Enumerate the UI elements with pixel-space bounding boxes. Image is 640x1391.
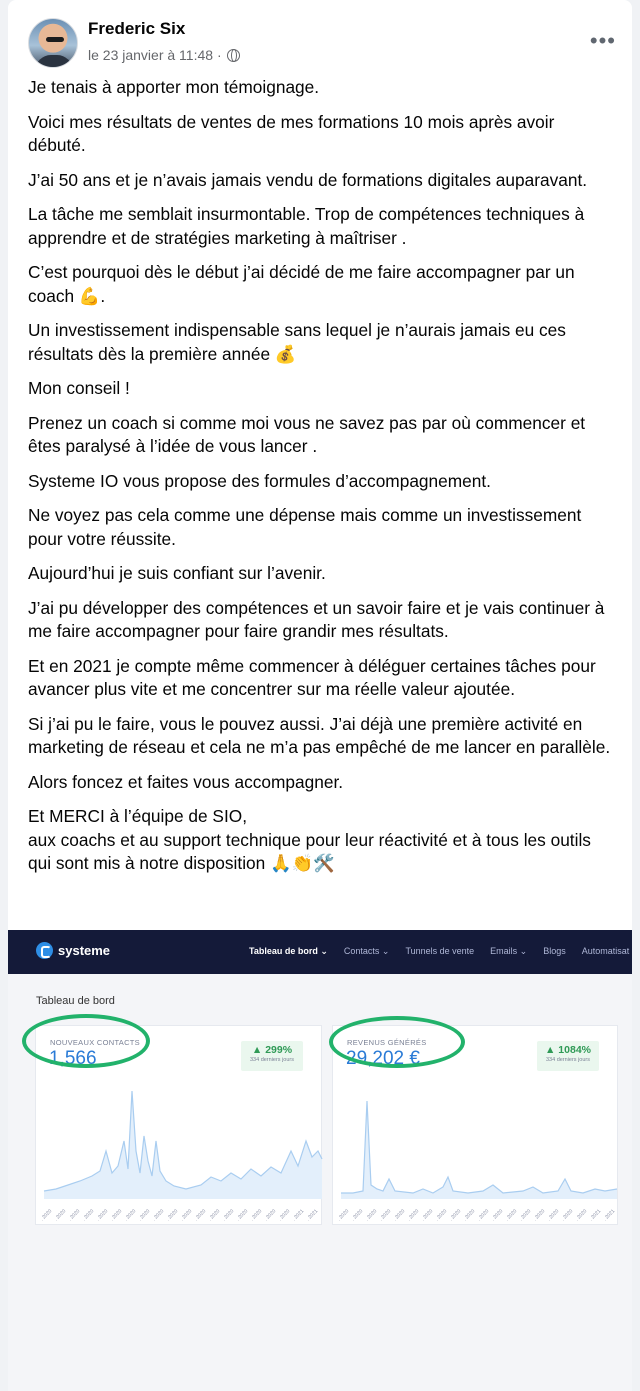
x-tick: . 2020 <box>123 1208 137 1222</box>
x-tick: . 2020 <box>179 1208 193 1222</box>
systeme-logo: systeme <box>36 942 110 959</box>
paragraph: aux coachs et au support technique pour … <box>28 829 591 874</box>
x-tick: . 2020 <box>263 1208 277 1222</box>
x-tick: . 2020 <box>434 1208 448 1222</box>
x-tick: . 2020 <box>109 1208 123 1222</box>
paragraph: J’ai 50 ans et je n’avais jamais vendu d… <box>28 169 588 190</box>
paragraph: Systeme IO vous propose des formules d’a… <box>28 470 491 491</box>
revenue-growth: ▲ 1084% <box>544 1044 591 1056</box>
contacts-x-ticks: . 2020 . 2020 . 2020 . 2020 . 2020 . 202… <box>39 1208 319 1222</box>
revenue-line <box>341 1100 618 1194</box>
revenue-card: REVENUS GÉNÉRÉS 29,202 € ▲ 1084% 334 der… <box>329 1016 618 1225</box>
x-tick: . 2020 <box>221 1208 235 1222</box>
paragraph: Si j’ai pu le faire, vous le pouvez auss… <box>28 713 611 758</box>
post-card: Frederic Six le 23 janvier à 11:48 · •••… <box>8 0 632 1391</box>
dashboard-nav-items: Tableau de bord ⌄ Contacts ⌄ Tunnels de … <box>249 946 629 957</box>
x-tick: . 2020 <box>193 1208 207 1222</box>
nav-emails: Emails ⌄ <box>490 946 528 956</box>
x-tick: . 2020 <box>504 1208 518 1222</box>
paragraph: Mon conseil ! <box>28 378 130 398</box>
avatar-shirt <box>35 55 73 67</box>
paragraph: Et en 2021 je compte même commencer à dé… <box>28 655 596 700</box>
paragraph: Ne voyez pas cela comme une dépense mais… <box>28 505 582 549</box>
paragraph: C’est pourquoi dès le début j’ai décidé … <box>28 262 575 306</box>
x-tick: . 2020 <box>406 1208 420 1222</box>
x-tick: . 2020 <box>277 1208 291 1222</box>
paragraph: Prenez un coach si comme moi vous ne sav… <box>28 412 586 457</box>
x-tick: . 2020 <box>207 1208 221 1222</box>
revenue-chart: . 2020 . 2020 . 2020 . 2020 . 2020 . 202… <box>336 1100 618 1222</box>
systeme-logo-icon <box>36 942 53 959</box>
globe-icon <box>226 48 240 62</box>
x-tick: . 2021 <box>602 1208 616 1222</box>
paragraph: Je tenais à apporter mon témoignage. <box>28 77 320 97</box>
x-tick: . 2020 <box>235 1208 249 1222</box>
highlight-ring <box>329 1016 465 1068</box>
nav-contacts: Contacts ⌄ <box>343 946 390 956</box>
paragraph: Alors foncez et faites vous accompagner. <box>28 771 344 792</box>
x-tick: . 2020 <box>151 1208 165 1222</box>
x-tick: . 2020 <box>53 1208 67 1222</box>
x-tick: . 2020 <box>574 1208 588 1222</box>
dashboard-title: Tableau de bord <box>36 995 115 1007</box>
x-tick: . 2021 <box>305 1208 319 1222</box>
x-tick: . 2020 <box>420 1208 434 1222</box>
x-tick: . 2020 <box>39 1208 53 1222</box>
paragraph: Voici mes résultats de ventes de mes for… <box>28 111 555 156</box>
x-tick: . 2020 <box>476 1208 490 1222</box>
x-tick: . 2020 <box>546 1208 560 1222</box>
contacts-period: 334 derniers jours <box>249 1057 295 1063</box>
x-tick: . 2020 <box>560 1208 574 1222</box>
post-meta: le 23 janvier à 11:48 · <box>88 47 240 63</box>
more-options-button[interactable]: ••• <box>590 30 616 52</box>
highlight-ring <box>22 1014 150 1068</box>
brand-name: systeme <box>58 943 111 958</box>
x-tick: . 2020 <box>95 1208 109 1222</box>
dashboard-screenshot[interactable]: systeme Tableau de bord ⌄ Contacts ⌄ Tun… <box>8 930 632 1391</box>
x-tick: . 2020 <box>81 1208 95 1222</box>
x-tick: . 2020 <box>137 1208 151 1222</box>
paragraph: La tâche me semblait insurmontable. Trop… <box>28 204 585 248</box>
author-name[interactable]: Frederic Six <box>88 19 185 39</box>
contacts-area <box>44 1091 322 1199</box>
x-tick: . 2020 <box>490 1208 504 1222</box>
x-tick: . 2020 <box>350 1208 364 1222</box>
contacts-growth: ▲ 299% <box>251 1044 293 1056</box>
x-tick: . 2020 <box>336 1208 350 1222</box>
revenue-period: 334 derniers jours <box>545 1057 591 1063</box>
contacts-card: NOUVEAUX CONTACTS 1,566 ▲ 299% 334 derni… <box>22 1014 323 1225</box>
revenue-x-ticks: . 2020 . 2020 . 2020 . 2020 . 2020 . 202… <box>336 1208 616 1222</box>
revenue-area <box>341 1101 617 1199</box>
x-tick: . 2021 <box>291 1208 305 1222</box>
x-tick: . 2020 <box>378 1208 392 1222</box>
x-tick: . 2020 <box>165 1208 179 1222</box>
x-tick: . 2021 <box>588 1208 602 1222</box>
nav-blogs: Blogs <box>543 946 566 956</box>
post-body: Je tenais à apporter mon témoignage. Voi… <box>28 76 616 887</box>
paragraph: Un investissement indispensable sans leq… <box>28 320 566 364</box>
contacts-growth-badge: ▲ 299% 334 derniers jours <box>241 1041 303 1071</box>
paragraph: Et MERCI à l’équipe de SIO, <box>28 806 247 826</box>
nav-automatisations: Automatisat <box>581 946 630 956</box>
x-tick: . 2020 <box>462 1208 476 1222</box>
contacts-chart: . 2020 . 2020 . 2020 . 2020 . 2020 . 202… <box>39 1090 323 1222</box>
dashboard-navbar: systeme Tableau de bord ⌄ Contacts ⌄ Tun… <box>8 930 632 974</box>
x-tick: . 2020 <box>249 1208 263 1222</box>
nav-tableau-de-bord: Tableau de bord ⌄ <box>249 946 328 956</box>
x-tick: . 2020 <box>364 1208 378 1222</box>
post-header: Frederic Six le 23 janvier à 11:48 · ••• <box>28 18 618 68</box>
paragraph: Aujourd’hui je suis confiant sur l’aveni… <box>28 563 326 583</box>
x-tick: . 2020 <box>67 1208 81 1222</box>
post-timestamp[interactable]: le 23 janvier à 11:48 · <box>88 47 222 63</box>
avatar-glasses <box>46 37 64 42</box>
x-tick: . 2020 <box>518 1208 532 1222</box>
x-tick: . 2020 <box>392 1208 406 1222</box>
paragraph: J’ai pu développer des compétences et un… <box>28 597 605 642</box>
avatar[interactable] <box>28 18 78 68</box>
x-tick: . 2020 <box>448 1208 462 1222</box>
revenue-growth-badge: ▲ 1084% 334 derniers jours <box>537 1041 599 1071</box>
nav-tunnels: Tunnels de vente <box>405 946 475 956</box>
x-tick: . 2020 <box>532 1208 546 1222</box>
